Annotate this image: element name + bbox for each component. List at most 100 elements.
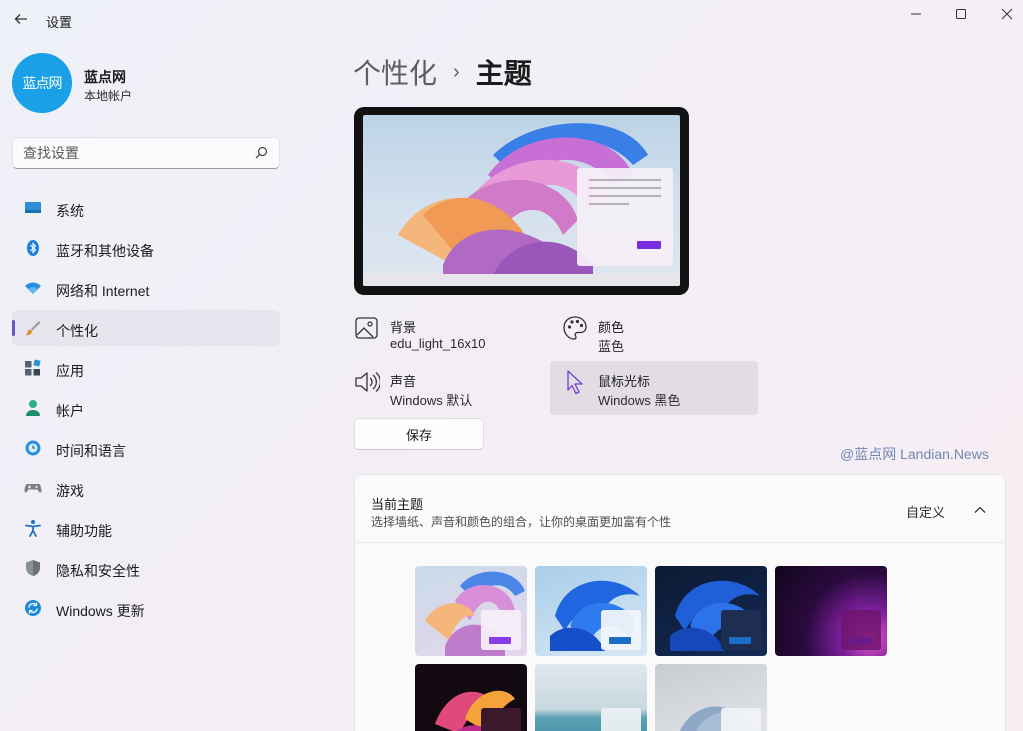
back-button[interactable] — [8, 6, 34, 32]
current-theme-title: 当前主题 — [371, 497, 424, 512]
sidebar-item-network[interactable]: 网络和 Internet — [12, 270, 280, 306]
sidebar-item-accounts[interactable]: 帐户 — [12, 390, 280, 426]
background-title: 背景 — [390, 320, 417, 335]
thumb-button — [609, 637, 631, 644]
save-button[interactable]: 保存 — [354, 418, 484, 450]
color-setting[interactable]: 颜色 蓝色 — [562, 309, 766, 363]
current-theme-card: 当前主题 选择墙纸、声音和颜色的组合，让你的桌面更加富有个性 自定义 — [354, 474, 1006, 731]
wifi-icon — [24, 279, 42, 297]
background-setting[interactable]: 背景 edu_light_16x10 — [354, 309, 558, 363]
color-value: 蓝色 — [598, 339, 625, 354]
sidebar-item-time-language[interactable]: 时间和语言 — [12, 430, 280, 466]
brush-icon — [24, 319, 42, 337]
theme-thumbnail-blue-light[interactable] — [535, 566, 647, 656]
thumb-window — [841, 610, 881, 650]
sidebar-item-label: 游戏 — [56, 483, 84, 499]
sidebar-item-system[interactable]: 系统 — [12, 190, 280, 226]
sound-value: Windows 默认 — [390, 393, 473, 408]
customize-label: 自定义 — [905, 505, 945, 520]
apps-icon — [24, 359, 42, 377]
sidebar-item-label: 帐户 — [56, 403, 84, 419]
minimize-button[interactable] — [893, 0, 939, 28]
minimize-icon — [911, 13, 921, 15]
thumb-button — [489, 637, 511, 644]
title-bar: 设置 — [0, 0, 1023, 40]
cursor-icon — [567, 370, 583, 395]
preview-window — [577, 168, 673, 266]
thumb-button — [849, 637, 871, 644]
system-icon — [24, 199, 42, 217]
close-icon — [1001, 8, 1013, 20]
page-title: 主题 — [475, 58, 532, 89]
sidebar-item-label: 隐私和安全性 — [56, 563, 140, 579]
current-theme-description: 选择墙纸、声音和颜色的组合，让你的桌面更加富有个性 — [371, 515, 672, 529]
search-box[interactable] — [12, 137, 280, 169]
sidebar-item-label: 网络和 Internet — [56, 283, 150, 299]
avatar[interactable]: 蓝点网 — [12, 53, 72, 113]
cursor-title: 鼠标光标 — [598, 374, 651, 389]
sidebar-item-bluetooth[interactable]: 蓝牙和其他设备 — [12, 230, 280, 266]
accessibility-icon — [24, 519, 42, 537]
user-name: 蓝点网 — [84, 69, 126, 85]
account-type: 本地帐户 — [84, 89, 133, 103]
sidebar-item-gaming[interactable]: 游戏 — [12, 470, 280, 506]
sidebar-item-label: 应用 — [56, 363, 84, 379]
cursor-value: Windows 黑色 — [598, 393, 681, 408]
sidebar-item-label: 辅助功能 — [56, 523, 112, 539]
sidebar-item-label: 个性化 — [56, 323, 98, 339]
thumb-window — [721, 610, 761, 650]
color-title: 颜色 — [598, 320, 625, 335]
sidebar-item-label: 时间和语言 — [56, 443, 126, 459]
speaker-icon — [355, 372, 380, 392]
thumb-window — [601, 610, 641, 650]
gamepad-icon — [24, 479, 42, 497]
back-arrow-icon — [14, 14, 27, 24]
theme-thumbnail-flow[interactable] — [655, 664, 767, 731]
theme-thumbnail-sunrise[interactable] — [535, 664, 647, 731]
close-button[interactable] — [984, 0, 1023, 28]
app-title: 设置 — [46, 15, 73, 30]
sidebar-item-apps[interactable]: 应用 — [12, 350, 280, 386]
cursor-setting[interactable]: 鼠标光标 Windows 黑色 — [550, 361, 758, 415]
search-input[interactable] — [23, 145, 243, 161]
sidebar-item-accessibility[interactable]: 辅助功能 — [12, 510, 280, 546]
theme-thumbnail-glow[interactable] — [775, 566, 887, 656]
maximize-button[interactable] — [938, 0, 984, 28]
breadcrumb-separator: › — [453, 60, 460, 83]
sidebar-item-label: 系统 — [56, 203, 84, 219]
thumb-button — [729, 637, 751, 644]
theme-thumbnail-captured-motion[interactable] — [415, 664, 527, 731]
current-theme-header[interactable]: 当前主题 选择墙纸、声音和颜色的组合，让你的桌面更加富有个性 自定义 — [355, 475, 1005, 543]
thumb-window — [721, 708, 761, 731]
sidebar-item-label: 蓝牙和其他设备 — [56, 243, 154, 259]
sidebar-item-personalization[interactable]: 个性化 — [12, 310, 280, 346]
preview-window-lines — [589, 179, 661, 249]
sidebar-item-label: Windows 更新 — [56, 603, 145, 619]
theme-preview — [354, 107, 689, 295]
thumb-window — [601, 708, 641, 731]
sidebar-item-windows-update[interactable]: Windows 更新 — [12, 590, 280, 626]
sound-title: 声音 — [390, 374, 417, 389]
search-icon[interactable] — [253, 145, 269, 161]
chevron-up-icon[interactable] — [973, 503, 987, 517]
preview-taskbar — [363, 274, 680, 286]
palette-icon — [563, 316, 587, 340]
breadcrumb-parent[interactable]: 个性化 — [353, 52, 437, 92]
thumb-window — [481, 708, 521, 731]
watermark: @蓝点网 Landian.News — [840, 446, 989, 462]
sound-setting[interactable]: 声音 Windows 默认 — [354, 363, 558, 417]
update-icon — [24, 599, 42, 617]
preview-wallpaper — [363, 115, 680, 286]
sidebar-item-privacy[interactable]: 隐私和安全性 — [12, 550, 280, 586]
sidebar-nav: 系统 蓝牙和其他设备 网络和 Internet 个性化 应用 帐户 时间和语言 … — [12, 190, 280, 630]
breadcrumb: 个性化 › 主题 — [353, 52, 532, 92]
theme-thumbnail-blue-dark[interactable] — [655, 566, 767, 656]
selection-indicator — [12, 320, 15, 336]
bluetooth-icon — [24, 239, 42, 257]
background-value: edu_light_16x10 — [390, 336, 486, 351]
image-icon — [355, 317, 378, 339]
thumb-window — [481, 610, 521, 650]
maximize-icon — [956, 9, 966, 19]
theme-thumbnail-light-bloom[interactable] — [415, 566, 527, 656]
shield-icon — [24, 559, 42, 577]
